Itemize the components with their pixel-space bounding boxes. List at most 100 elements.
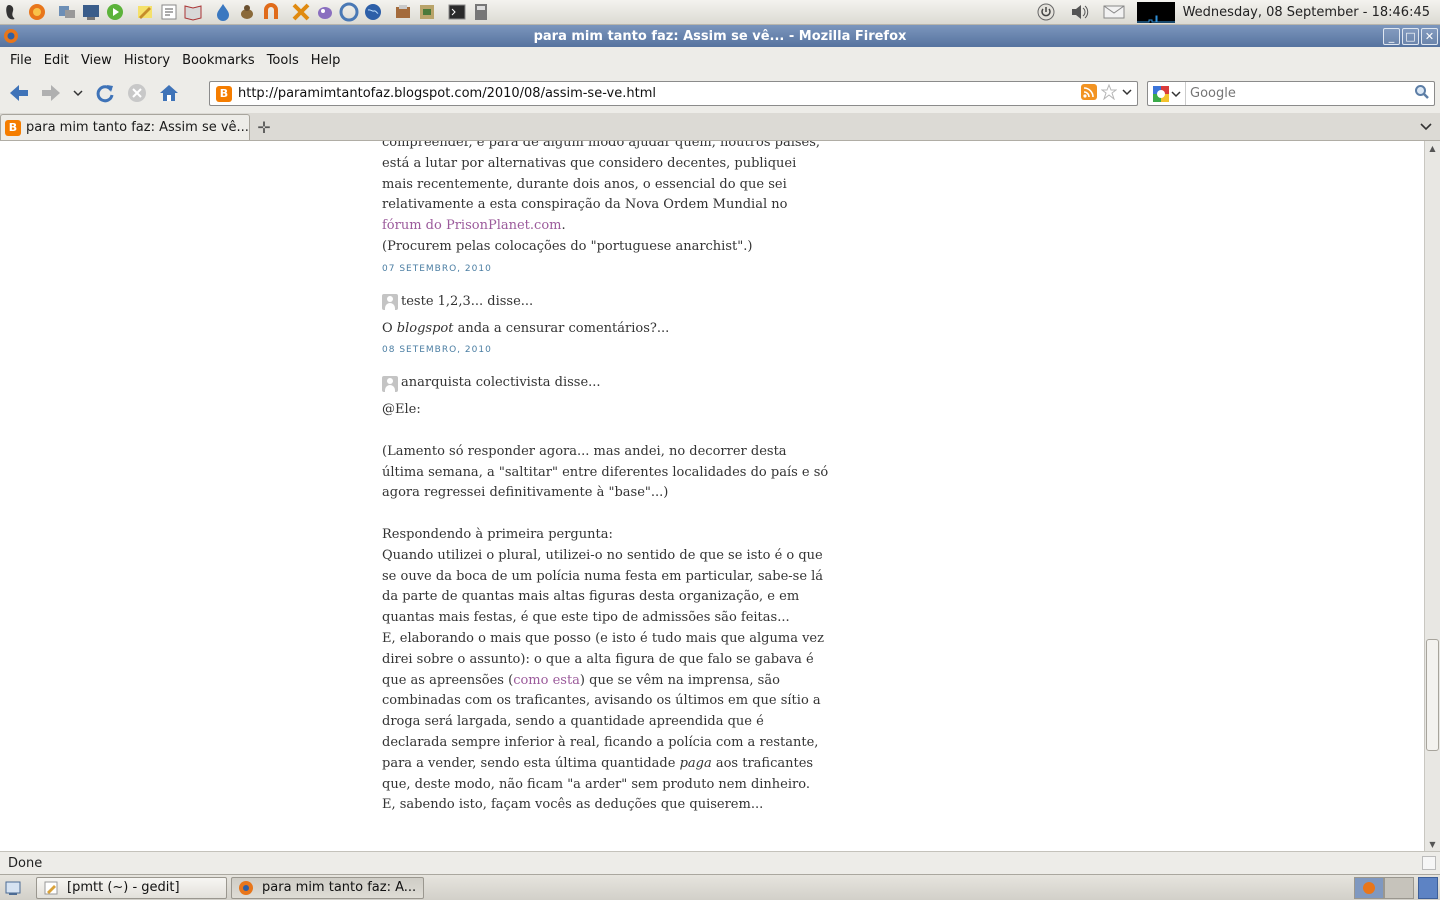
terminal-icon[interactable] [446, 1, 468, 23]
text-line: direi sobre o assunto): o que a alta fig… [382, 651, 814, 667]
text-line: E, sabendo isto, façam vocês as deduções… [382, 797, 764, 813]
text-line: (Procurem pelas colocações do "portugues… [382, 238, 753, 254]
close-button[interactable]: ✕ [1421, 27, 1438, 45]
text-editor-icon[interactable] [134, 1, 156, 23]
menu-tools[interactable]: Tools [261, 53, 305, 68]
menu-file[interactable]: File [4, 53, 38, 68]
tab-active[interactable]: B para mim tanto faz: Assim se vê... [0, 114, 250, 140]
scroll-down-arrow-icon[interactable]: ▼ [1425, 837, 1440, 851]
firefox-icon [239, 880, 253, 895]
new-tab-button[interactable]: ✛ [250, 114, 278, 140]
firefox-icon[interactable] [26, 1, 48, 23]
scroll-up-arrow-icon[interactable]: ▲ [1425, 141, 1440, 155]
text-line: relativamente a esta conspiração da Nova… [382, 197, 788, 213]
text-line: que, deste modo, não ficam "a arder" sem… [382, 776, 810, 792]
avatar-icon[interactable] [382, 294, 398, 311]
system-tray: Wednesday, 08 September - 18:46:45 [1029, 0, 1440, 25]
chevron-down-icon [1170, 90, 1181, 97]
comment-author: teste 1,2,3... disse... [382, 292, 802, 313]
forward-button[interactable] [36, 78, 66, 108]
url-bar[interactable]: B http://paramimtantofaz.blogspot.com/20… [209, 81, 1138, 106]
home-button[interactable] [154, 78, 184, 108]
search-input[interactable] [1186, 86, 1406, 101]
url-text[interactable]: http://paramimtantofaz.blogspot.com/2010… [238, 86, 656, 101]
system-monitor-icon[interactable] [80, 1, 102, 23]
notes-icon[interactable] [158, 1, 180, 23]
forum-link[interactable]: fórum do PrisonPlanet.com [382, 218, 561, 233]
vertical-scrollbar[interactable]: ▲ ▼ [1424, 141, 1440, 851]
scrollbar-thumb[interactable] [1426, 639, 1439, 751]
taskbar-firefox-label: para mim tanto faz: A... [262, 880, 417, 895]
network-tools-icon[interactable] [56, 1, 78, 23]
taskbar-gedit[interactable]: [pmtt (~) - gedit] [36, 876, 227, 899]
archive-icon[interactable] [416, 1, 438, 23]
taskbar-firefox[interactable]: para mim tanto faz: A... [231, 876, 424, 899]
menu-history[interactable]: History [118, 53, 176, 68]
x-chat-icon[interactable] [290, 1, 312, 23]
comment-body: @Ele: [382, 402, 421, 418]
comment-body: O blogspot anda a censurar comentários?.… [382, 320, 670, 336]
bittorrent-icon[interactable] [212, 1, 234, 23]
stop-button[interactable] [122, 78, 152, 108]
volume-icon[interactable] [1067, 1, 1093, 23]
workspace-2[interactable] [1384, 876, 1414, 899]
gnome-foot-icon[interactable] [2, 1, 24, 23]
maximize-button[interactable]: □ [1402, 27, 1419, 45]
minimize-button[interactable]: _ [1383, 27, 1400, 45]
avatar-icon[interactable] [382, 375, 398, 392]
menu-view[interactable]: View [75, 53, 118, 68]
window-title-bar[interactable]: para mim tanto faz: Assim se vê... - Moz… [0, 25, 1440, 47]
media-player-icon[interactable] [104, 1, 126, 23]
globe-icon[interactable] [362, 1, 384, 23]
window-title: para mim tanto faz: Assim se vê... - Moz… [533, 28, 907, 44]
comment-date[interactable]: 08 SETEMBRO, 2010 [382, 343, 802, 357]
resize-grip-icon[interactable] [1422, 856, 1436, 870]
mail-icon[interactable] [1101, 1, 1127, 23]
calculator-icon[interactable] [470, 1, 492, 23]
system-monitor-graph[interactable] [1136, 1, 1175, 23]
comment-date[interactable]: 07 SETEMBRO, 2010 [382, 262, 802, 276]
tab-label: para mim tanto faz: Assim se vê... [26, 120, 249, 135]
back-button[interactable] [4, 78, 34, 108]
url-dropdown-icon[interactable] [1121, 86, 1133, 101]
pidgin-icon[interactable] [314, 1, 336, 23]
menu-help[interactable]: Help [305, 53, 347, 68]
dictionary-icon[interactable] [182, 1, 204, 23]
app-icon[interactable] [260, 1, 282, 23]
web-browser-icon[interactable] [338, 1, 360, 23]
bottom-taskbar: [pmtt (~) - gedit] para mim tanto faz: A… [0, 874, 1440, 900]
menu-edit[interactable]: Edit [38, 53, 75, 68]
page-viewport[interactable]: compreender, e para de algum modo ajudar… [0, 141, 1424, 851]
package-manager-icon[interactable] [392, 1, 414, 23]
status-bar: Done [0, 851, 1440, 874]
tab-list-button[interactable] [1412, 114, 1440, 140]
search-engine-selector[interactable] [1148, 82, 1186, 105]
comment-author-name[interactable]: teste 1,2,3... disse... [401, 292, 533, 313]
search-bar[interactable] [1147, 81, 1435, 106]
workspace-1[interactable] [1354, 876, 1384, 899]
search-magnifier-icon[interactable] [1414, 84, 1430, 104]
menu-bar: File Edit View History Bookmarks Tools H… [0, 47, 1440, 73]
reload-button[interactable] [90, 78, 120, 108]
clock[interactable]: Wednesday, 08 September - 18:46:45 [1181, 5, 1440, 20]
gimp-icon[interactable] [236, 1, 258, 23]
text-line: compreender, e para de algum modo ajudar… [382, 141, 821, 150]
navigation-toolbar: B http://paramimtantofaz.blogspot.com/20… [0, 73, 1440, 113]
bookmark-star-icon[interactable] [1100, 83, 1118, 104]
power-icon[interactable] [1033, 1, 1059, 23]
text-line: da parte de quantas mais altas figuras d… [382, 589, 800, 605]
text-line: que as apreensões (como esta) que se vêm… [382, 672, 780, 688]
comment-author-name[interactable]: anarquista colectivista disse... [401, 373, 601, 394]
tab-strip: B para mim tanto faz: Assim se vê... ✛ [0, 113, 1440, 141]
google-icon [1152, 85, 1169, 102]
rss-feed-icon[interactable] [1081, 83, 1097, 104]
blogger-tab-icon: B [5, 119, 21, 136]
trash-icon[interactable] [1418, 876, 1438, 899]
como-esta-link[interactable]: como esta [513, 673, 580, 688]
show-desktop-icon[interactable] [2, 877, 24, 899]
history-dropdown-icon[interactable] [68, 78, 88, 108]
menu-bookmarks[interactable]: Bookmarks [176, 53, 261, 68]
status-text: Done [8, 855, 43, 871]
text-line: quantas mais festas, é que este tipo de … [382, 610, 790, 626]
workspace-switcher[interactable] [1354, 876, 1438, 899]
